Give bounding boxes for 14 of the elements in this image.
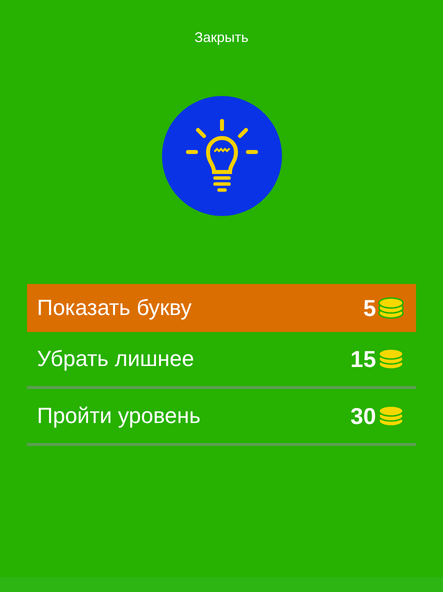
coins-icon	[378, 405, 404, 427]
coins-icon	[378, 348, 404, 370]
hint-option[interactable]: Пройти уровень 30	[27, 389, 416, 446]
lightbulb-icon	[184, 118, 260, 194]
coins-icon	[378, 297, 404, 319]
option-label: Пройти уровень	[37, 403, 201, 429]
hint-option[interactable]: Убрать лишнее 15	[27, 332, 416, 389]
close-button[interactable]: Закрыть	[190, 27, 252, 47]
price: 5	[363, 294, 376, 322]
hint-option[interactable]: Показать букву 5	[27, 284, 416, 332]
price: 15	[350, 346, 376, 372]
option-label: Показать букву	[37, 295, 192, 321]
option-label: Убрать лишнее	[37, 346, 194, 372]
price: 30	[350, 402, 376, 430]
